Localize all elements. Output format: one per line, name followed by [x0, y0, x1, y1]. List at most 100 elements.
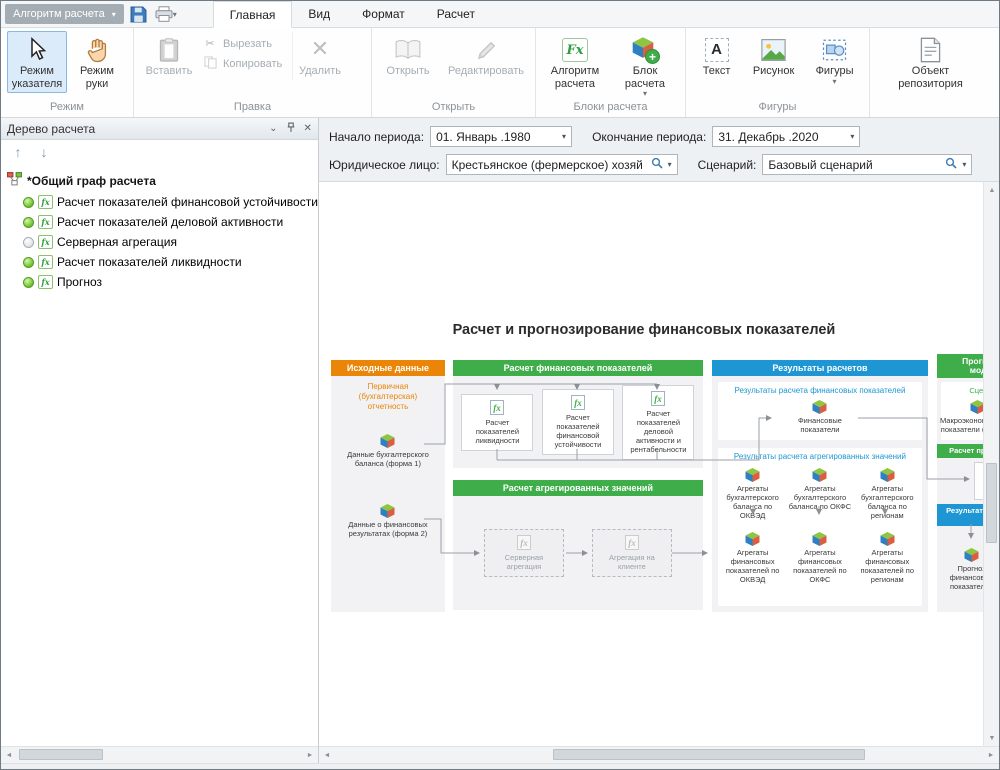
scrollbar-track[interactable] [17, 747, 302, 763]
edit-button[interactable]: Редактировать [444, 31, 528, 81]
status-icon [23, 257, 34, 268]
fx-icon: Fx [562, 35, 588, 65]
tree-root[interactable]: *Общий граф расчета [1, 170, 318, 192]
search-icon[interactable] [945, 157, 957, 172]
diagram-node[interactable]: Данные о финансовых результатах (форма 2… [345, 504, 431, 538]
move-down-button[interactable]: ↓ [37, 144, 51, 160]
scroll-left-icon[interactable]: ◄ [1, 747, 17, 763]
tab-vid[interactable]: Вид [292, 1, 346, 27]
tree-item[interactable]: fx Расчет показателей ликвидности [1, 252, 318, 272]
hand-mode-label: Режим руки [73, 65, 121, 90]
picture-button[interactable]: Рисунок [744, 31, 803, 81]
print-dropdown-icon[interactable]: ▾ [173, 10, 177, 19]
scroll-left-icon[interactable]: ◄ [319, 747, 335, 763]
scroll-right-icon[interactable]: ► [302, 747, 318, 763]
chevron-down-icon: ▾ [562, 132, 566, 141]
text-button[interactable]: A Текст [692, 31, 741, 81]
tree-horizontal-scrollbar[interactable]: ◄ ► [1, 746, 318, 763]
cube-icon [964, 548, 979, 562]
diagram-node[interactable]: Агрегаты бухгалтерского баланса по регио… [855, 468, 920, 520]
node-label: Агрегаты бухгалтерского баланса по ОКВЭД [720, 484, 785, 520]
copy-button[interactable]: Копировать [202, 56, 288, 72]
paste-button[interactable]: Вставить [140, 31, 198, 81]
fx-icon: fx [38, 195, 53, 209]
chevron-down-icon: ▾ [643, 90, 647, 97]
diagram-node[interactable]: Данные бухгалтерского баланса (форма 1) [345, 434, 431, 468]
diagram-column-source[interactable]: Исходные данные Первичная (бухгалтерская… [331, 360, 445, 612]
node-label: Агрегация на клиенте [595, 553, 669, 571]
tab-raschet[interactable]: Расчет [421, 1, 491, 27]
diagram-node[interactable]: Агрегаты финансовых показателей по ОКВЭД [720, 532, 785, 584]
tab-format[interactable]: Формат [346, 1, 421, 27]
tree-item[interactable]: fx Прогноз [1, 272, 318, 292]
printer-icon [155, 6, 173, 22]
save-button[interactable] [128, 4, 149, 24]
diagram-node[interactable]: Расчет показателей финансовой устойчивос… [542, 389, 614, 455]
diagram-canvas[interactable]: Расчет и прогнозирование финансовых пока… [319, 182, 999, 746]
document-icon [920, 35, 941, 65]
tree-item[interactable]: fx Серверная агрегация [1, 232, 318, 252]
scrollbar-thumb[interactable] [19, 749, 103, 760]
panel-menu-icon[interactable]: ⌄ [269, 123, 277, 134]
shapes-button[interactable]: Фигуры ▾ [806, 31, 863, 88]
diagram-node[interactable]: Расчет показателей деловой активности и … [622, 385, 694, 460]
tree-panel: Дерево расчета ⌄ ✕ ↑ ↓ *Общий [1, 118, 319, 763]
open-button[interactable]: Открыть [378, 31, 438, 81]
repo-object-button[interactable]: Объект репозитория [889, 31, 973, 93]
legal-entity-select[interactable]: Крестьянское (фермерское) хозяй ▾ [446, 154, 678, 175]
scenario-select[interactable]: Базовый сценарий ▾ [762, 154, 972, 175]
tree-item[interactable]: fx Расчет показателей деловой активности [1, 212, 318, 232]
scissors-icon: ✂ [202, 37, 218, 50]
parameters-form: Начало периода: 01. Январь .1980 ▾ Оконч… [319, 118, 999, 182]
diagram-node[interactable]: Финансовые показатели [780, 400, 860, 434]
cut-button[interactable]: ✂ Вырезать [202, 37, 288, 50]
pin-icon[interactable] [286, 122, 296, 136]
diagram-node[interactable]: Агрегация на клиенте [592, 529, 672, 577]
canvas-vertical-scrollbar[interactable]: ▲ ▼ [983, 182, 999, 746]
calc-block-button[interactable]: + Блок расчета ▾ [612, 31, 678, 100]
scroll-up-icon[interactable]: ▲ [984, 182, 999, 198]
fx-icon: fx [38, 235, 53, 249]
move-up-button[interactable]: ↑ [11, 144, 25, 160]
book-icon [395, 35, 421, 65]
pointer-mode-button[interactable]: Режим указателя [7, 31, 67, 93]
cube-icon [745, 532, 760, 546]
tree-item[interactable]: fx Расчет показателей финансовой устойчи… [1, 192, 318, 212]
column-header: Исходные данные [331, 360, 445, 376]
scrollbar-thumb[interactable] [986, 463, 997, 543]
ribbon-group-shapes: A Текст Рисунок Фигуры ▾ Фигуры [685, 28, 869, 117]
diagram-node[interactable]: Агрегаты бухгалтерского баланса по ОКФС [787, 468, 852, 520]
text-icon: A [705, 35, 729, 65]
calc-algorithm-button[interactable]: Fx Алгоритм расчета [542, 31, 608, 93]
diagram-node[interactable]: Расчет показателей ликвидности [461, 394, 533, 451]
titlebar: Алгоритм расчета ▾ ▾ Главная Вид Формат … [1, 1, 999, 28]
period-end-select[interactable]: 31. Декабрь .2020 ▾ [712, 126, 860, 147]
scroll-right-icon[interactable]: ► [983, 747, 999, 763]
diagram-node[interactable]: Серверная агрегация [484, 529, 564, 577]
period-start-label: Начало периода: [329, 130, 424, 144]
delete-button[interactable]: ✕ Удалить [292, 31, 348, 81]
diagram-node[interactable]: Агрегаты бухгалтерского баланса по ОКВЭД [720, 468, 785, 520]
print-button[interactable]: ▾ [153, 4, 179, 24]
tab-glavnaya[interactable]: Главная [213, 1, 293, 28]
period-start-select[interactable]: 01. Январь .1980 ▾ [430, 126, 572, 147]
diagram-node[interactable]: Агрегаты финансовых показателей по ОКФС [787, 532, 852, 584]
diagram-column-results[interactable]: Результаты расчетов Результаты расчета ф… [712, 360, 928, 612]
column-header: Результаты расчетов [712, 360, 928, 376]
scrollbar-track[interactable] [335, 747, 983, 763]
status-strip [1, 763, 999, 769]
scrollbar-thumb[interactable] [553, 749, 865, 760]
diagram-node[interactable]: Агрегаты финансовых показателей по регио… [855, 532, 920, 584]
hand-mode-button[interactable]: Режим руки [69, 31, 125, 93]
canvas-horizontal-scrollbar[interactable]: ◄ ► [319, 746, 999, 763]
chevron-down-icon: ▾ [668, 160, 672, 169]
ribbon-group-label [872, 100, 989, 117]
scroll-down-icon[interactable]: ▼ [984, 730, 999, 746]
app-menu-button[interactable]: Алгоритм расчета ▾ [5, 4, 124, 24]
ribbon-group-label: Блоки расчета [538, 100, 683, 117]
search-icon[interactable] [651, 157, 663, 172]
close-icon[interactable]: ✕ [304, 123, 312, 134]
scrollbar-track[interactable] [984, 198, 999, 730]
ribbon-group-open: Открыть Редактировать Открыть [371, 28, 535, 117]
diagram-column-calc[interactable]: Расчет финансовых показателей Расчет пок… [453, 360, 703, 610]
